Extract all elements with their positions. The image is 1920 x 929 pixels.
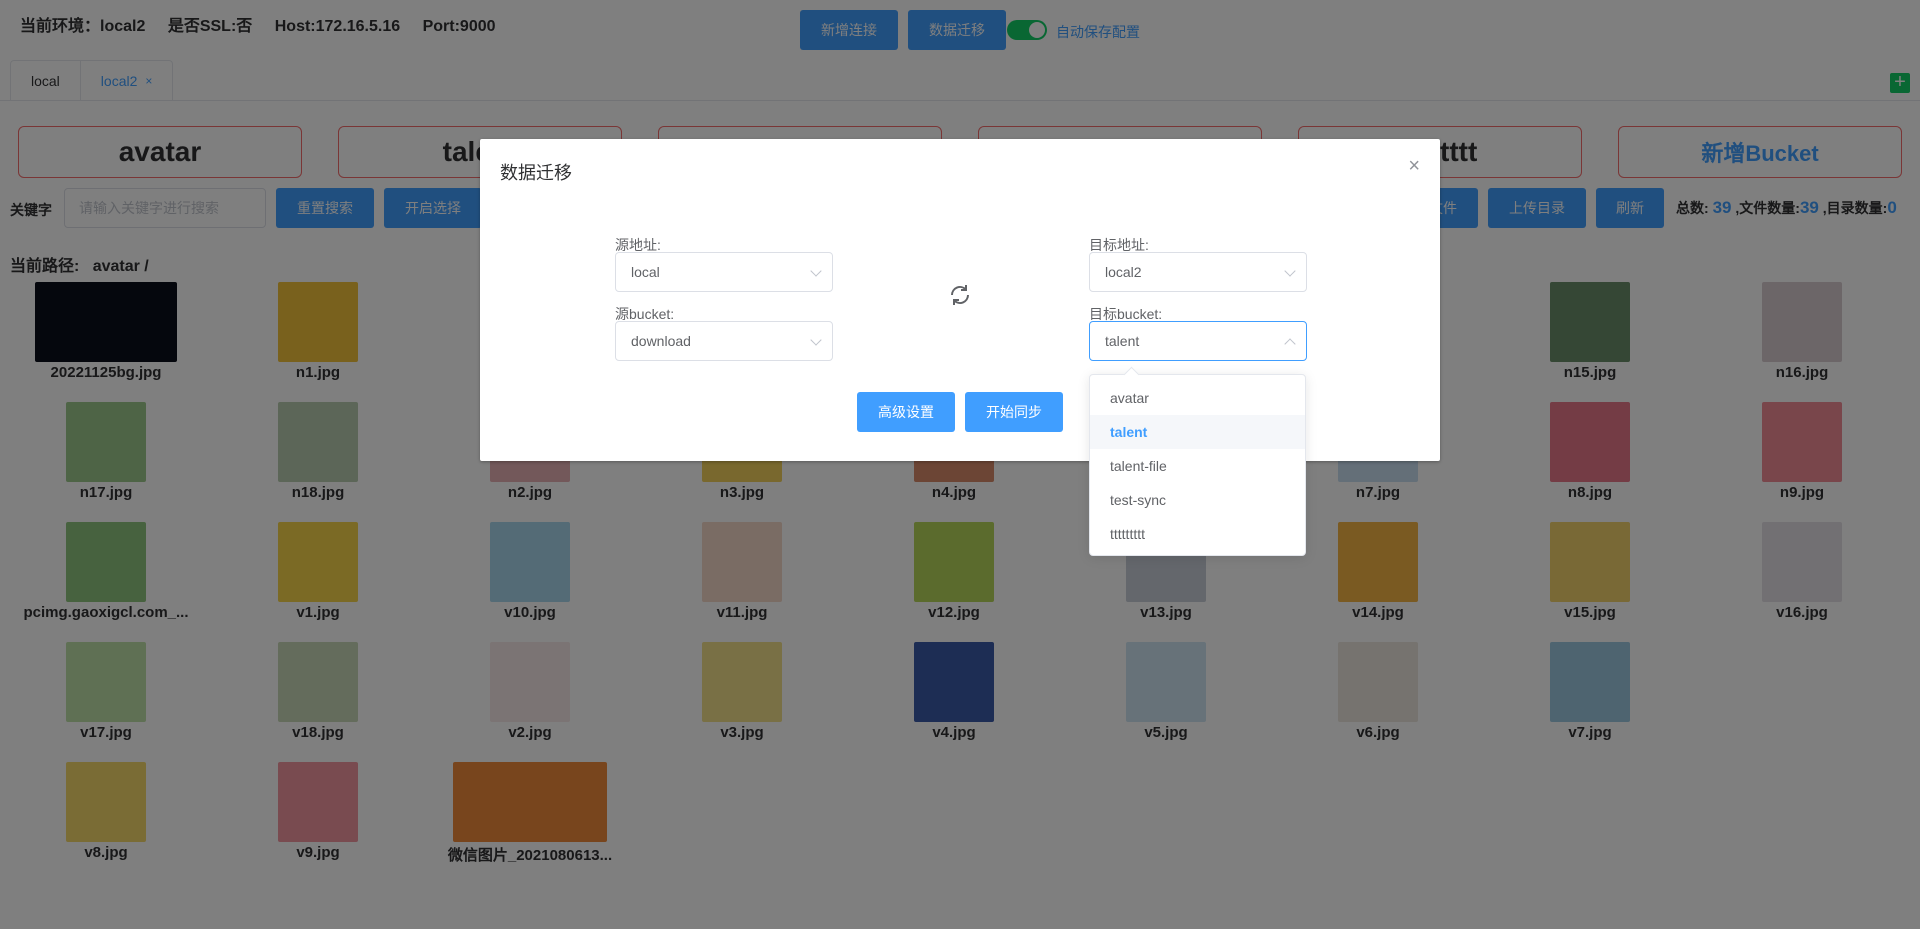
chevron-up-icon <box>1284 338 1296 350</box>
select-value: talent <box>1105 333 1140 349</box>
dropdown-option-test-sync[interactable]: test-sync <box>1090 483 1305 517</box>
start-sync-button[interactable]: 开始同步 <box>965 392 1063 432</box>
select-value: local <box>631 264 660 280</box>
dropdown-option-avatar[interactable]: avatar <box>1090 381 1305 415</box>
select-value: download <box>631 333 691 349</box>
target-bucket-dropdown: avatar talent talent-file test-sync tttt… <box>1089 374 1306 556</box>
chevron-down-icon <box>810 265 822 277</box>
chevron-down-icon <box>1284 265 1296 277</box>
close-icon[interactable]: × <box>1408 155 1420 178</box>
dropdown-option-talent-file[interactable]: talent-file <box>1090 449 1305 483</box>
source-bucket-select[interactable]: download <box>615 321 833 361</box>
dialog-title: 数据迁移 <box>500 163 572 183</box>
source-address-select[interactable]: local <box>615 252 833 292</box>
chevron-down-icon <box>810 334 822 346</box>
swap-icon[interactable] <box>948 283 972 307</box>
dropdown-option-ttttttttt[interactable]: ttttttttt <box>1090 517 1305 551</box>
target-bucket-select[interactable]: talent <box>1089 321 1307 361</box>
advanced-settings-button[interactable]: 高级设置 <box>857 392 955 432</box>
select-value: local2 <box>1105 264 1142 280</box>
dropdown-option-talent[interactable]: talent <box>1090 415 1305 449</box>
target-address-select[interactable]: local2 <box>1089 252 1307 292</box>
